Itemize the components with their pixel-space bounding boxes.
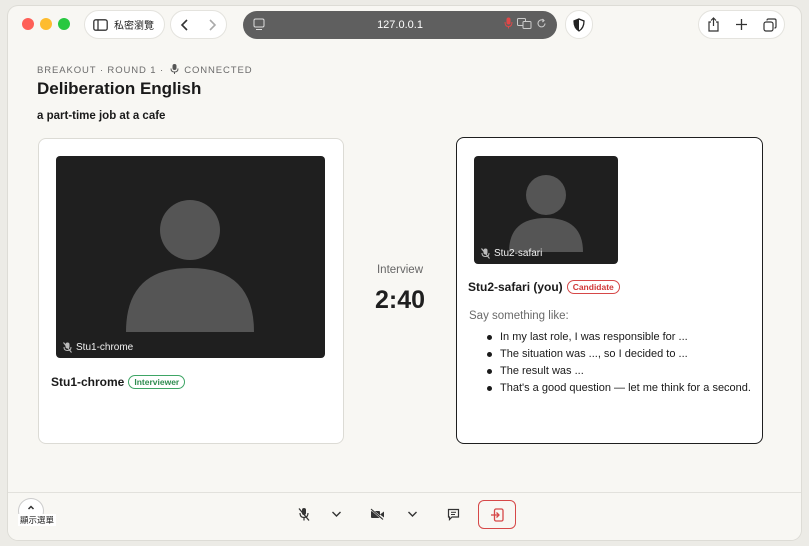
share-icon[interactable] [707,17,720,32]
avatar-placeholder-icon [126,200,254,332]
sidebar-icon [93,18,108,31]
new-tab-icon[interactable] [735,18,748,31]
close-window-button[interactable] [22,18,34,30]
camera-toggle-button[interactable] [362,499,392,529]
microphone-active-icon[interactable] [504,17,513,29]
video-label: Stu2-safari [481,248,542,259]
hint-item: The result was ... [483,365,751,378]
back-icon[interactable] [180,18,190,31]
sidebar-toggle-button[interactable]: 私密瀏覽 [84,10,165,39]
microphone-icon [170,64,179,74]
reload-icon[interactable] [536,18,547,29]
hint-item: The situation was ..., so I decided to .… [483,348,751,361]
role-badge-candidate: Candidate [566,280,620,294]
tab-overview-icon[interactable] [762,17,777,32]
page-title: Deliberation English [37,79,202,98]
toolbar-actions [698,10,785,39]
leave-breakout-button[interactable] [478,500,516,529]
chevron-down-icon [407,511,417,517]
address-bar-actions [504,17,547,29]
exit-icon [491,507,504,522]
video-label-text: Stu1-chrome [76,342,134,353]
connection-status: CONNECTED [184,65,253,76]
countdown-timer: 2:40 [374,286,426,314]
hint-intro: Say something like: [469,310,569,322]
video-options-button[interactable] [398,499,426,529]
video-label: Stu1-chrome [63,342,133,353]
audio-options-button[interactable] [322,499,350,529]
participant-name-row: Stu1-chrome Interviewer [51,375,186,389]
hint-list: In my last role, I was responsible for .… [483,331,751,399]
show-menu-label: 顯示選單 [18,514,57,526]
participant-name: Stu2-safari (you) [468,280,563,294]
session-kicker: BREAKOUT · ROUND 1 · [37,65,165,76]
mic-off-icon [63,342,72,353]
url-text: 127.0.0.1 [377,19,423,31]
hint-item: In my last role, I was responsible for .… [483,331,751,344]
mic-off-icon [481,248,490,259]
nav-buttons [170,10,227,39]
participant-video-stu2: Stu2-safari [474,156,618,264]
browser-toolbar: 私密瀏覽 127.0.0.1 [8,6,801,44]
browser-window: 私密瀏覽 127.0.0.1 BREAKOUT · ROUND 1 · CONN… [8,6,801,540]
translate-icon[interactable] [517,17,532,29]
mic-off-icon [298,507,310,521]
hint-item: That's a good question — let me think fo… [483,382,751,395]
forward-icon[interactable] [207,18,217,31]
private-browsing-label: 私密瀏覽 [114,21,154,32]
minimize-window-button[interactable] [40,18,52,30]
chat-icon [447,508,459,521]
chat-button[interactable] [439,499,467,529]
discussion-topic: a part-time job at a cafe [37,110,166,122]
privacy-shield-button[interactable] [565,10,593,39]
phase-label: Interview [376,264,424,276]
camera-off-icon [369,508,384,520]
mute-toggle-button[interactable] [286,499,322,529]
role-badge-interviewer: Interviewer [128,375,186,389]
maximize-window-button[interactable] [58,18,70,30]
shield-icon [573,17,585,32]
participant-video-stu1: Stu1-chrome [56,156,325,358]
chevron-down-icon [331,511,341,517]
participant-card-interviewer: Stu1-chrome Stu1-chrome Interviewer [38,138,344,444]
participant-name-row: Stu2-safari (you) Candidate [468,280,620,294]
page-settings-icon[interactable] [253,18,265,31]
address-bar[interactable]: 127.0.0.1 [243,11,557,39]
participant-name: Stu1-chrome [51,375,125,389]
session-status-line: BREAKOUT · ROUND 1 · CONNECTED [37,64,252,76]
video-label-text: Stu2-safari [494,248,543,259]
